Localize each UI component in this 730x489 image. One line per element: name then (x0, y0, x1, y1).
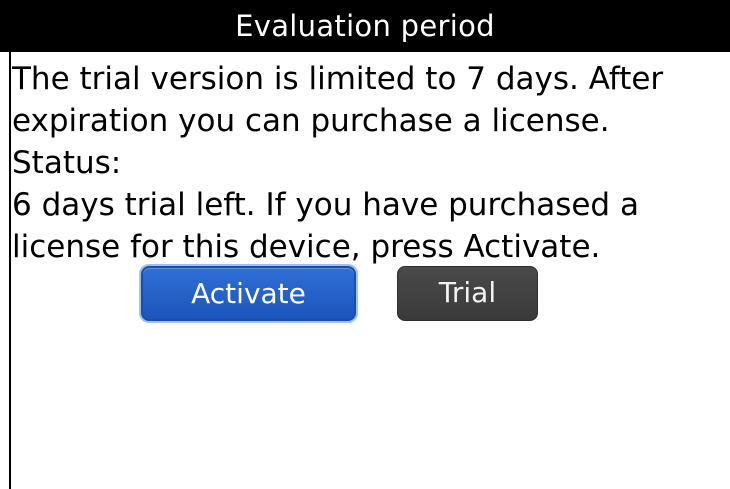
dialog-title: Evaluation period (0, 0, 730, 52)
left-border-divider (9, 52, 11, 489)
message-line-expiration: expiration you can purchase a license. (12, 103, 610, 139)
status-label: Status: (12, 145, 122, 181)
dialog-message: The trial version is limited to 7 days. … (12, 58, 728, 268)
activate-button[interactable]: Activate (141, 266, 356, 321)
status-days-left: 6 days trial left. If you have purchased… (12, 187, 639, 223)
status-activate-hint: license for this device, press Activate. (12, 229, 601, 265)
message-line-trial-limit: The trial version is limited to 7 days. … (12, 61, 664, 97)
trial-button[interactable]: Trial (397, 266, 538, 321)
